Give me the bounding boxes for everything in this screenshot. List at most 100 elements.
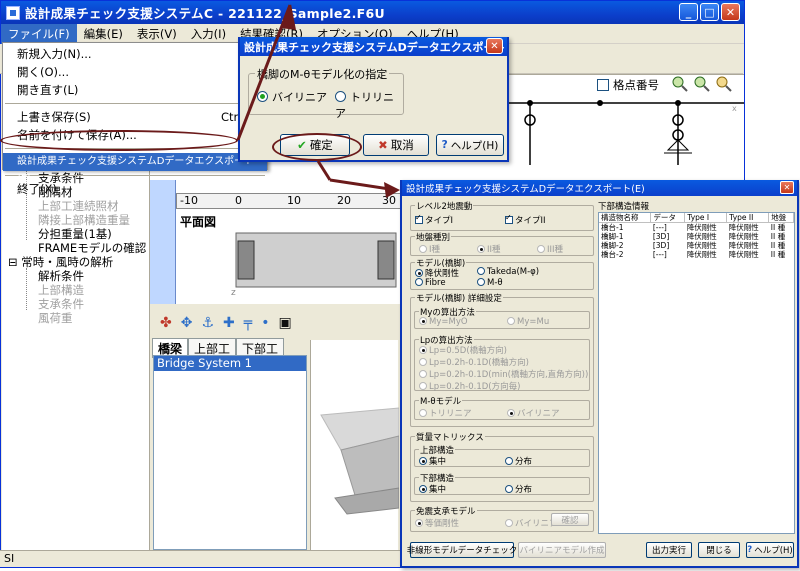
close-dialog-button[interactable]: 閉じる	[698, 542, 740, 558]
navigation-tree[interactable]: 支承条件 剛隅材 上部工連続照材 隣接上部構造重量 分担重量(1基) FRAME…	[2, 170, 150, 550]
refresh-icon[interactable]: ✤	[160, 315, 172, 331]
radio-lp-3[interactable]: Lp=0.2h-0.1D(min(橋軸方向,直角方向))	[419, 368, 588, 380]
help-icon: ?	[441, 139, 448, 151]
lp-method-group: Lpの算出方法 Lp=0.5D(橋軸方向) Lp=0.2h-0.1D(橋軸方向)…	[414, 334, 590, 392]
node-number-checkbox[interactable]	[597, 79, 609, 91]
collapse-icon[interactable]: ⊟	[8, 255, 21, 269]
menu-separator	[5, 175, 265, 176]
menu-file[interactable]: ファイル(F)	[1, 23, 77, 44]
radio-isolation-bilinear[interactable]: バイリニア	[505, 517, 558, 529]
confirm-highlight-ring	[272, 133, 362, 161]
mass-upper-group: 上部構造 集中 分布	[414, 444, 590, 467]
maximize-button[interactable]: □	[700, 3, 719, 21]
node-number-toggle[interactable]: 格点番号	[597, 77, 659, 93]
isolation-confirm-button[interactable]: 確認	[551, 513, 589, 526]
zoom-in-icon[interactable]	[672, 76, 688, 92]
save-icon[interactable]: ▣	[278, 315, 291, 331]
radio-my-mu[interactable]: My=Mu	[507, 317, 549, 327]
radio-model-fibre[interactable]: Fibre	[415, 278, 446, 288]
menu-item-save[interactable]: 上書き保存(S) Ctrl	[3, 108, 267, 126]
mtheta-group: 橋脚のM-θモデル化の指定 バイリニア トリリニア	[248, 66, 404, 120]
radio-lp-1[interactable]: Lp=0.5D(橋軸方向)	[419, 344, 507, 356]
close-icon: ✕	[490, 40, 499, 52]
table-header: 構造物名称 データ Type I Type II 地盤	[599, 213, 794, 223]
export-menu-highlight-ring	[0, 130, 238, 151]
menu-item-open[interactable]: 開く(O)...	[3, 63, 267, 81]
mtheta-group-label: 橋脚のM-θモデル化の指定	[255, 66, 390, 82]
title-bar[interactable]: 設計成果チェック支援システムC - 221122_Sample2.F6U _ □…	[1, 1, 744, 24]
app-icon	[6, 5, 20, 20]
checkbox-type1[interactable]: タイプI	[415, 213, 453, 226]
radio-ground-2[interactable]: II種	[477, 243, 501, 255]
radio-trilinear[interactable]: トリリニア	[335, 89, 403, 121]
bridge-list[interactable]: Bridge System 1	[153, 355, 307, 550]
zoom-out-icon[interactable]	[694, 76, 710, 92]
export-help-button[interactable]: ? ヘルプ(H)	[746, 542, 794, 558]
menu-item-exit[interactable]: 終了(X)	[3, 180, 267, 198]
radio-upper-lumped[interactable]: 集中	[419, 455, 446, 467]
pipe-icon[interactable]: ╤	[244, 315, 252, 331]
radio-lower-lumped[interactable]: 集中	[419, 483, 446, 495]
radio-lower-distributed[interactable]: 分布	[505, 483, 532, 495]
export-dialog-title-bar[interactable]: 設計成果チェック支援システムDデータエクスポート(E)	[402, 180, 797, 196]
cancel-button[interactable]: ✖ 取消	[363, 134, 429, 156]
nonlinear-check-button[interactable]: 非線形モデルデータチェック	[407, 542, 517, 558]
isolation-label: 免震支承モデル	[415, 505, 477, 517]
menu-item-new[interactable]: 新規入力(N)...	[3, 45, 267, 63]
minimize-button[interactable]: _	[679, 3, 698, 21]
anchor-icon[interactable]: ⚓	[201, 315, 214, 331]
radio-mtheta-bilinear[interactable]: バイリニア	[507, 407, 560, 419]
rotate-icon[interactable]: ✥	[181, 315, 193, 331]
menu-edit[interactable]: 編集(E)	[77, 24, 130, 44]
radio-ground-1[interactable]: I種	[419, 243, 440, 255]
export-dialog-close-button[interactable]: ✕	[780, 181, 794, 194]
help-button[interactable]: ? ヘルプ(H)	[436, 134, 504, 156]
ruler-tick: 30	[382, 194, 396, 207]
ruler-tick: 20	[337, 194, 351, 207]
dialog-title-bar[interactable]: 設計成果チェック支援システムDデータエクスポート	[240, 37, 507, 56]
radio-upper-distributed[interactable]: 分布	[505, 455, 532, 467]
radio-isolation-equivalent[interactable]: 等価剛性	[415, 517, 459, 529]
menu-view[interactable]: 表示(V)	[130, 24, 184, 44]
output-button[interactable]: 出力実行	[646, 542, 692, 558]
dot-icon[interactable]: •	[261, 315, 269, 331]
menu-item-export[interactable]: 設計成果チェック支援システムDデータエクスポート(E)	[3, 153, 267, 185]
help-icon: ?	[747, 545, 753, 555]
radio-model-mtheta[interactable]: M-θ	[477, 278, 503, 288]
mtheta-sub-label: M-θモデル	[419, 395, 463, 407]
radio-lp-2[interactable]: Lp=0.2h-0.1D(橋軸方向)	[419, 356, 529, 368]
table-row[interactable]: 橋脚-1 [3D] 降伏剛性 降伏剛性 II 種	[599, 232, 794, 241]
radio-bilinear[interactable]: バイリニア	[257, 89, 327, 105]
zoom-fit-icon[interactable]	[716, 76, 732, 92]
menu-item-reopen[interactable]: 開き直す(L)	[3, 81, 267, 99]
ground-group: 地盤種別 I種 II種 III種	[410, 231, 594, 256]
mass-matrix-label: 質量マトリックス	[415, 431, 485, 443]
bilinear-create-button[interactable]: バイリニアモデル作成	[518, 542, 606, 558]
mtheta-sub-group: M-θモデル トリリニア バイリニア	[414, 395, 590, 420]
isolation-group: 免震支承モデル 等価剛性 バイリニア 確認	[410, 505, 594, 532]
radio-model-takeda[interactable]: Takeda(M-φ)	[477, 267, 539, 277]
table-row[interactable]: 橋台-1 [---] 降伏剛性 降伏剛性 II 種	[599, 223, 794, 233]
tree-item[interactable]: 風荷重	[38, 310, 73, 326]
pier-model-group: モデル(橋脚) 降伏剛性 Takeda(M-φ) Fibre M-θ	[410, 257, 594, 290]
close-icon: ✕	[783, 183, 791, 192]
mass-lower-group: 下部構造 集中 分布	[414, 472, 590, 495]
list-item[interactable]: Bridge System 1	[154, 356, 306, 371]
checkbox-type2[interactable]: タイプII	[505, 213, 546, 226]
model-toolbar: ✤ ✥ ⚓ ✚ ╤ • ▣	[150, 310, 330, 336]
3d-view[interactable]	[310, 340, 400, 550]
menu-input[interactable]: 入力(I)	[184, 24, 233, 44]
move-icon[interactable]: ✚	[223, 315, 235, 331]
substructure-table[interactable]: 構造物名称 データ Type I Type II 地盤 橋台-1 [---] 降伏剛…	[598, 212, 795, 534]
3d-bridge-model	[320, 407, 400, 515]
radio-lp-4[interactable]: Lp=0.2h-0.1D(方向毎)	[419, 380, 520, 392]
dialog-close-button[interactable]: ✕	[486, 38, 503, 54]
close-button[interactable]: ✕	[721, 3, 740, 21]
radio-ground-3[interactable]: III種	[537, 243, 563, 255]
radio-my-myo[interactable]: My=MyO	[419, 317, 468, 327]
radio-mtheta-trilinear[interactable]: トリリニア	[419, 407, 472, 419]
table-row[interactable]: 橋台-2 [---] 降伏剛性 降伏剛性 II 種	[599, 250, 794, 259]
drawing-side-toolbar[interactable]	[150, 180, 176, 304]
node-number-label: 格点番号	[613, 78, 659, 92]
table-row[interactable]: 橋脚-2 [3D] 降伏剛性 降伏剛性 II 種	[599, 241, 794, 250]
